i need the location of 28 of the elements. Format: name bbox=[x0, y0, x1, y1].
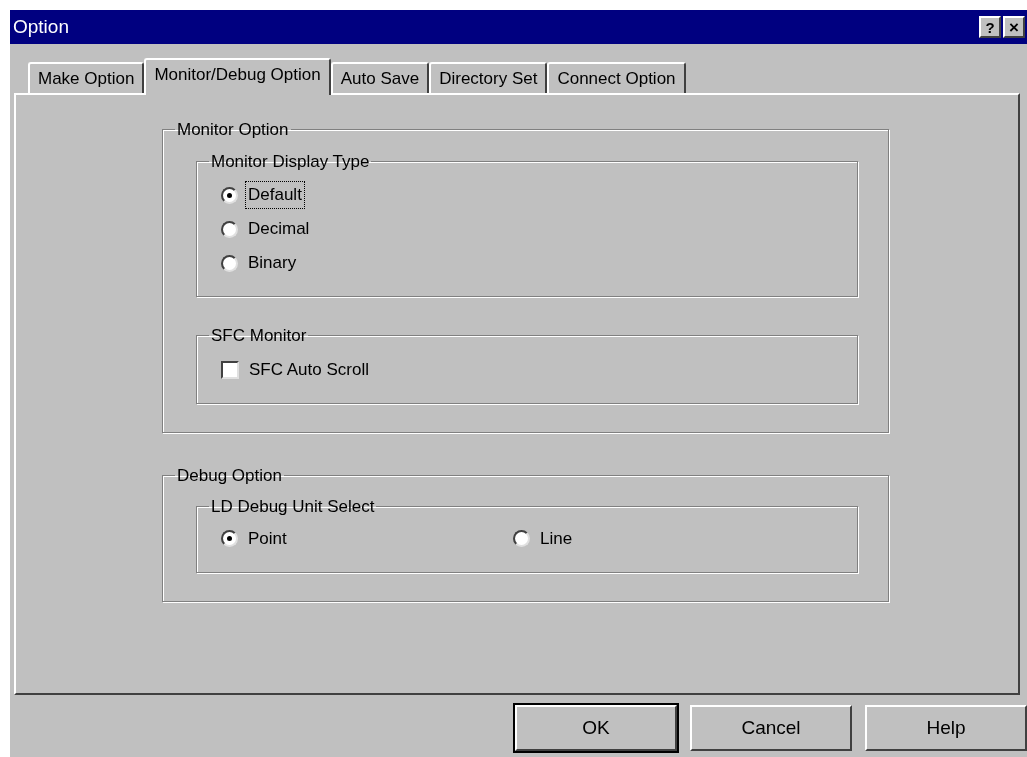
option-label: Point bbox=[247, 527, 288, 550]
checkbox[interactable] bbox=[221, 360, 239, 379]
radio-button[interactable] bbox=[221, 220, 238, 238]
group-title: LD Debug Unit Select bbox=[210, 496, 376, 518]
option-label: Binary bbox=[247, 252, 298, 275]
tab[interactable]: Connect Option bbox=[547, 62, 686, 93]
section-title: Monitor Option bbox=[176, 119, 290, 141]
tab[interactable]: Directory Set bbox=[429, 62, 548, 93]
radio-button[interactable] bbox=[221, 254, 238, 272]
option-label: Default bbox=[246, 182, 304, 208]
tab[interactable]: Auto Save bbox=[330, 62, 430, 93]
dialog-button[interactable]: Cancel bbox=[690, 705, 852, 751]
section-title: Debug Option bbox=[176, 464, 283, 487]
help-button[interactable]: ? bbox=[979, 16, 1001, 38]
dialog-button[interactable]: Help bbox=[865, 705, 1027, 751]
option-label: Decimal bbox=[247, 218, 311, 241]
radio-button[interactable] bbox=[221, 530, 238, 547]
close-button[interactable]: × bbox=[1003, 16, 1025, 38]
option-label: SFC Auto Scroll bbox=[248, 358, 370, 381]
tab[interactable]: Monitor/Debug Option bbox=[144, 58, 331, 95]
window-title: Option bbox=[13, 14, 69, 39]
tab[interactable]: Make Option bbox=[28, 62, 145, 93]
radio-button[interactable] bbox=[513, 530, 530, 547]
dialog-button[interactable]: OK bbox=[515, 705, 677, 751]
radio-button[interactable] bbox=[221, 186, 238, 204]
option-label: Line bbox=[539, 527, 574, 550]
group-title: Monitor Display Type bbox=[210, 150, 371, 173]
group-title: SFC Monitor bbox=[210, 325, 308, 347]
